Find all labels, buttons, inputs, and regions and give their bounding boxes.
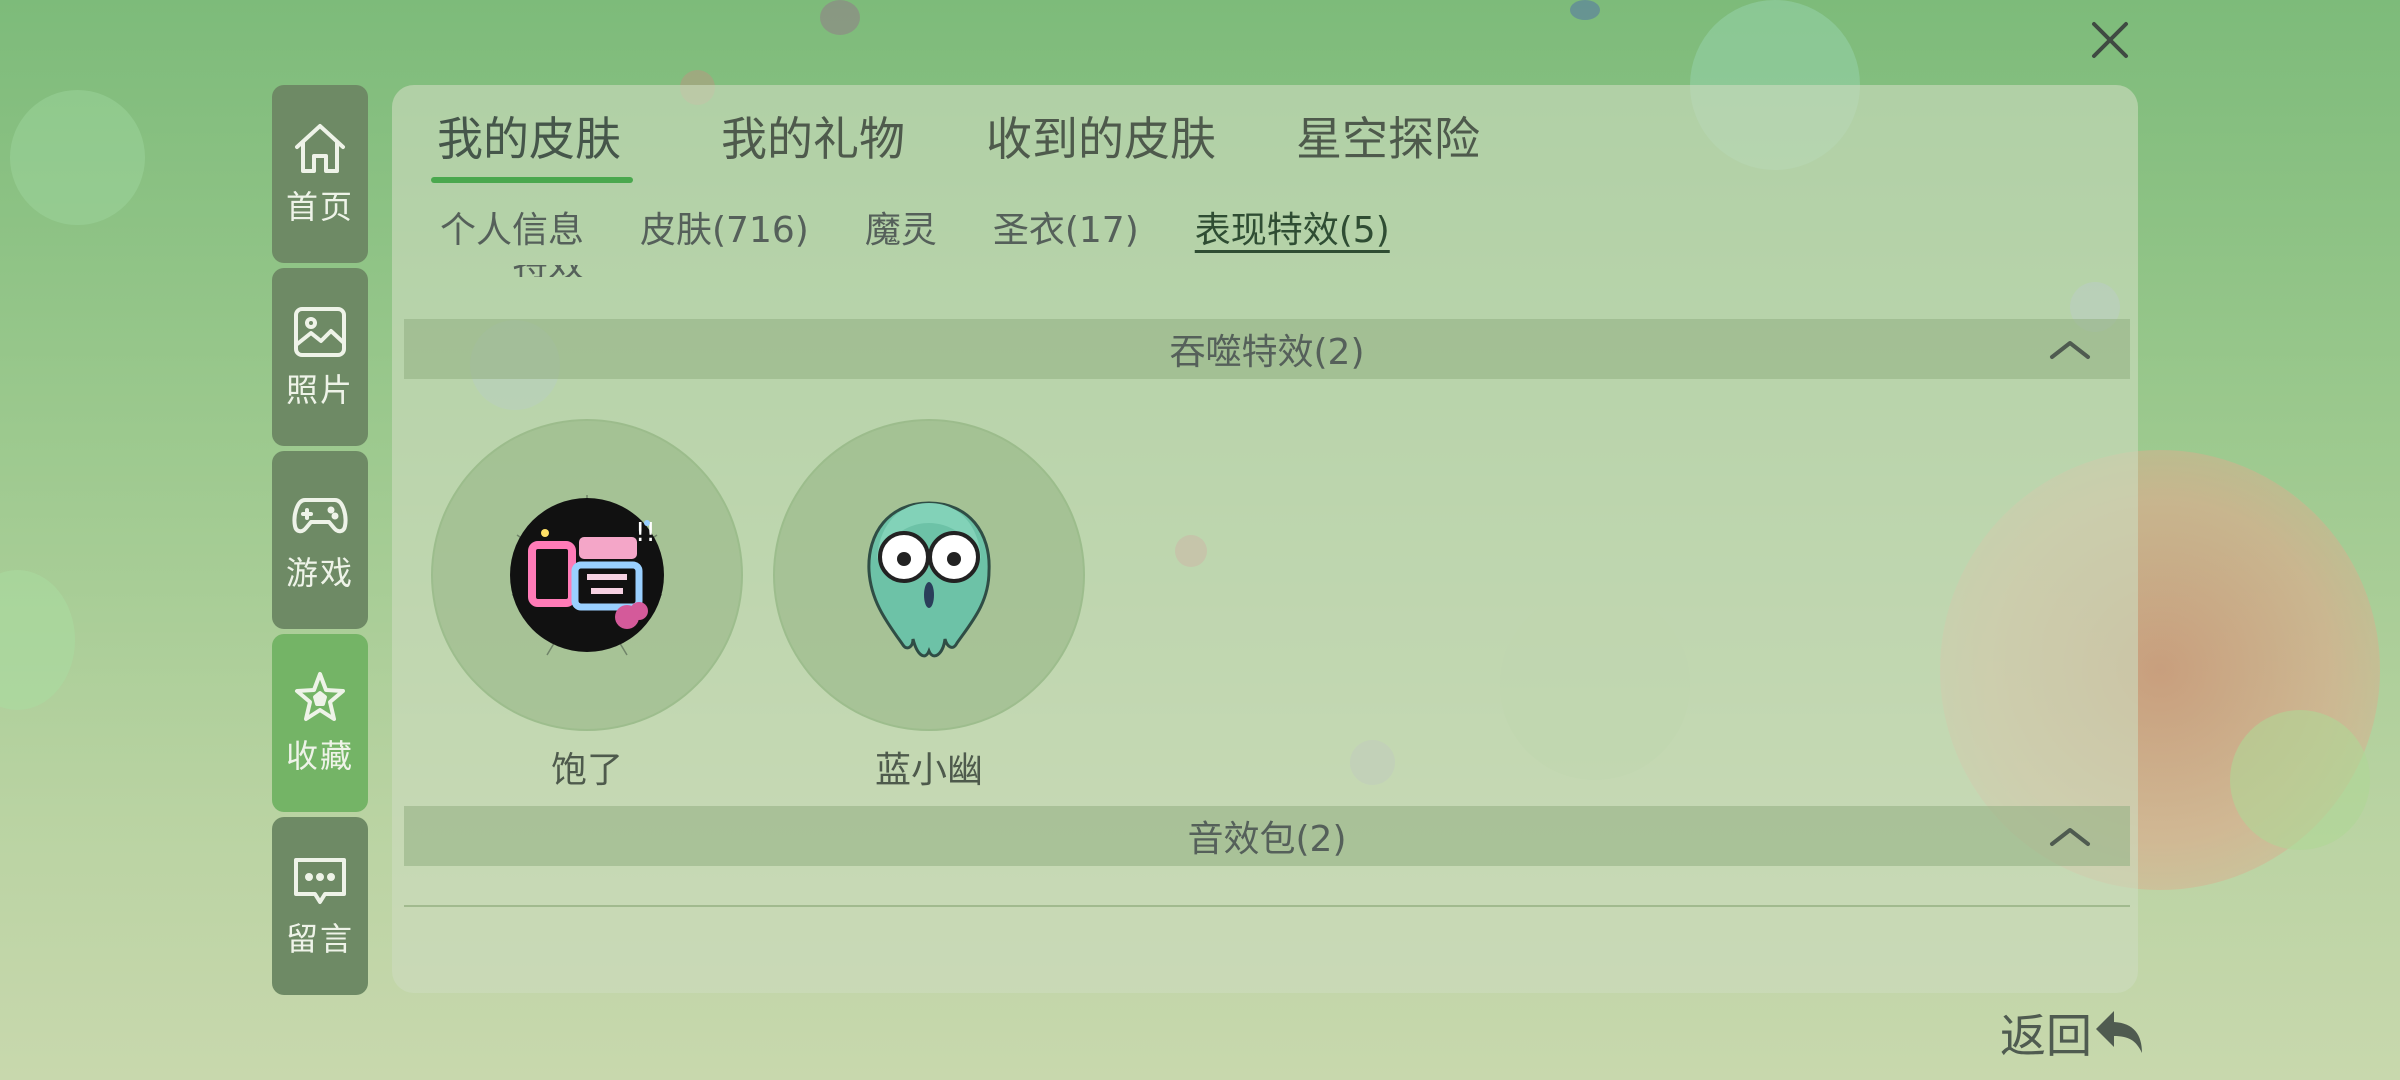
effect-thumbnail: !! xyxy=(431,419,743,731)
sidebar-item-label: 照片 xyxy=(285,371,354,409)
main-panel: 我的皮肤 我的礼物 收到的皮肤 星空探险 个人信息 皮肤(716) 魔灵 圣衣(… xyxy=(392,85,2138,993)
back-label: 返回 xyxy=(2000,1009,2092,1063)
section-title: 音效包(2) xyxy=(1187,819,1347,860)
tab-my-gifts[interactable]: 我的礼物 xyxy=(721,103,986,183)
sidebar: 首页 照片 游戏 收藏 留言 xyxy=(272,85,368,1000)
sidebar-item-label: 游戏 xyxy=(285,554,354,592)
sidebar-item-label: 首页 xyxy=(285,188,354,226)
background-bubble xyxy=(1570,0,1600,20)
sidebar-item-label: 收藏 xyxy=(285,737,354,775)
return-arrow-icon xyxy=(2096,1011,2142,1053)
effect-item[interactable]: !! 饱了 xyxy=(428,419,746,793)
effect-label: 蓝小幽 xyxy=(874,750,983,791)
sidebar-item-label: 留言 xyxy=(285,920,354,958)
subtab-skins[interactable]: 皮肤(716) xyxy=(640,201,809,253)
close-icon xyxy=(2092,22,2128,58)
divider xyxy=(404,905,2130,907)
background-bubble xyxy=(820,0,860,35)
effect-thumbnail xyxy=(773,419,1085,731)
chevron-up-icon xyxy=(2050,341,2090,359)
subtab-display-effects[interactable]: 表现特效(5) xyxy=(1195,201,1390,253)
effect-item[interactable]: 蓝小幽 xyxy=(770,419,1088,793)
sidebar-item-games[interactable]: 游戏 xyxy=(272,451,368,629)
section-header-devour-effects[interactable]: 吞噬特效(2) xyxy=(404,319,2130,379)
back-button[interactable]: 返回 xyxy=(2000,1000,2148,1066)
sub-tabs: 个人信息 皮肤(716) 魔灵 圣衣(17) 表现特效(5) xyxy=(440,201,1446,253)
top-tabs: 我的皮肤 我的礼物 收到的皮肤 星空探险 xyxy=(431,103,1496,183)
full-badge-icon: !! xyxy=(510,495,664,656)
subtab-personal-info[interactable]: 个人信息 xyxy=(440,201,584,253)
effect-label: 饱了 xyxy=(550,750,623,791)
sidebar-item-photos[interactable]: 照片 xyxy=(272,268,368,446)
section-title: 吞噬特效(2) xyxy=(1169,332,1365,373)
image-icon xyxy=(291,303,349,361)
effects-grid: !! 饱了 蓝小幽 xyxy=(428,419,1112,793)
background-bubble xyxy=(2230,710,2370,850)
star-icon xyxy=(291,669,349,727)
section-header-sound-packs[interactable]: 音效包(2) xyxy=(404,806,2130,866)
close-button[interactable] xyxy=(2084,14,2136,66)
sidebar-item-home[interactable]: 首页 xyxy=(272,85,368,263)
tab-received-skins[interactable]: 收到的皮肤 xyxy=(986,103,1296,183)
chevron-up-icon xyxy=(2050,828,2090,846)
tab-my-skins[interactable]: 我的皮肤 xyxy=(431,103,721,183)
home-icon xyxy=(291,120,349,178)
ghost-icon xyxy=(867,501,991,658)
scrolled-section-title: 特效 xyxy=(512,265,584,277)
gamepad-icon xyxy=(291,486,349,544)
background-bubble xyxy=(0,570,75,710)
sidebar-item-messages[interactable]: 留言 xyxy=(272,817,368,995)
background-bubble xyxy=(10,90,145,225)
subtab-armor[interactable]: 圣衣(17) xyxy=(993,201,1139,253)
message-icon xyxy=(291,852,349,910)
sidebar-item-favorites[interactable]: 收藏 xyxy=(272,634,368,812)
tab-star-adventure[interactable]: 星空探险 xyxy=(1296,103,1496,183)
subtab-spirits[interactable]: 魔灵 xyxy=(865,201,937,253)
